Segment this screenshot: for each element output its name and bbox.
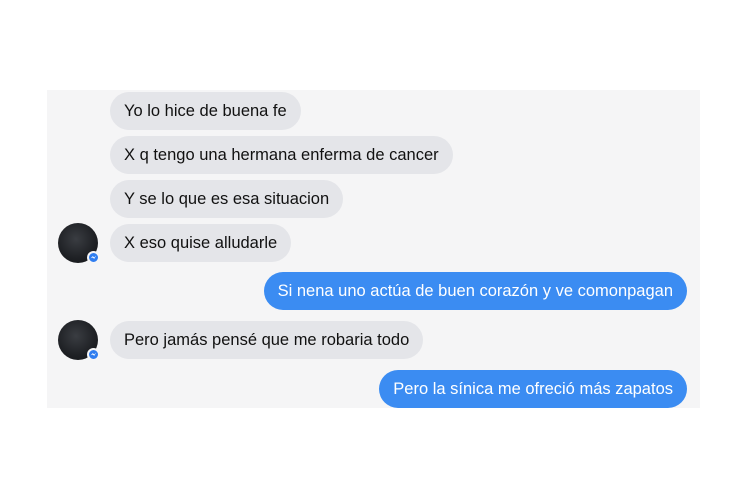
outgoing-message[interactable]: Si nena uno actúa de buen corazón y ve c… [263,272,687,310]
outgoing-message[interactable]: Pero la sínica me ofreció más zapatos [379,370,687,408]
chat-conversation: Yo lo hice de buena fe X q tengo una her… [47,90,700,408]
incoming-message[interactable]: Y se lo que es esa situacion [110,180,344,218]
incoming-message[interactable]: Pero jamás pensé que me robaria todo [110,321,424,359]
incoming-message[interactable]: X q tengo una hermana enferma de cancer [110,136,453,174]
messenger-badge-icon [87,251,100,264]
contact-avatar[interactable] [58,320,100,361]
incoming-message[interactable]: X eso quise alludarle [110,224,292,262]
messenger-badge-icon [87,348,100,361]
contact-avatar[interactable] [58,223,100,264]
incoming-message[interactable]: Yo lo hice de buena fe [110,92,301,130]
